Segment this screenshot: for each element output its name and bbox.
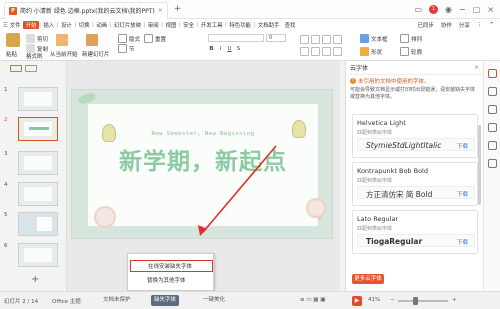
warning-text: 未引用的文档中使用的字体。 xyxy=(358,79,430,85)
missing-font-warning: ! 未引用的文档中使用的字体。 xyxy=(346,75,483,87)
play-slideshow-button[interactable]: ▶ xyxy=(352,296,362,306)
more-cloud-fonts-button[interactable]: 更多云字体 xyxy=(352,274,384,284)
missing-font-button[interactable]: 缺失字体 xyxy=(151,295,180,306)
close-panel-icon[interactable]: × xyxy=(474,64,479,71)
download-button[interactable]: 下载 xyxy=(457,142,468,150)
font-panel-header: 云字体 × xyxy=(346,61,483,75)
help-icon[interactable] xyxy=(488,159,497,168)
font-panel-icon[interactable] xyxy=(488,69,497,78)
font-match-hint: 匹配到类似字体 xyxy=(357,178,393,184)
zoom-slider[interactable] xyxy=(398,300,448,302)
font-preview[interactable]: TiogaRegular 下载 xyxy=(357,234,475,247)
view-mode-icons[interactable]: ≡ ▭ ▦ ▣ xyxy=(300,297,325,303)
settings-icon[interactable] xyxy=(488,141,497,150)
font-match-hint: 匹配到类似字体 xyxy=(357,130,393,136)
preview-text: 方正清仿宋 简 Bold xyxy=(366,190,433,199)
animation-icon[interactable] xyxy=(488,105,497,114)
preview-text: TiogaRegular xyxy=(366,237,423,246)
beautify-button[interactable]: 一键美化 xyxy=(200,295,228,306)
cloud-font-panel: 云字体 × ! 未引用的文档中使用的字体。 可能会导致文档显示或打印时出现错误，… xyxy=(345,61,483,291)
shape-icon[interactable] xyxy=(488,123,497,132)
slide-count: 幻灯片 2 / 14 xyxy=(4,299,39,305)
font-panel-title: 云字体 xyxy=(350,65,369,72)
status-bar: 幻灯片 2 / 14 Office 主题 文档未保护 缺失字体 一键美化 ≡ ▭… xyxy=(0,291,500,309)
zoom-in-button[interactable]: + xyxy=(452,297,457,303)
style-icon[interactable] xyxy=(488,87,497,96)
font-panel-scrollbar[interactable] xyxy=(478,125,481,205)
zoom-level[interactable]: 41% xyxy=(368,297,380,303)
font-card: Helvetica Light 匹配到类似字体 StymieStdLightIt… xyxy=(352,114,478,158)
font-name: Helvetica Light xyxy=(357,119,406,127)
font-name: Kontrapunkt Bob Bold xyxy=(357,167,428,175)
font-preview[interactable]: 方正清仿宋 简 Bold 下载 xyxy=(357,186,475,199)
download-button[interactable]: 下载 xyxy=(457,238,468,246)
font-card: Kontrapunkt Bob Bold 匹配到类似字体 方正清仿宋 简 Bol… xyxy=(352,162,478,206)
theme-name: Office 主题 xyxy=(52,299,81,305)
zoom-slider-handle[interactable] xyxy=(413,297,418,305)
warning-icon: ! xyxy=(350,78,356,84)
preview-text: StymieStdLightItalic xyxy=(366,141,442,150)
zoom-out-button[interactable]: − xyxy=(390,297,395,303)
right-sidebar xyxy=(483,61,500,291)
font-preview[interactable]: StymieStdLightItalic 下载 xyxy=(357,138,475,151)
font-card: Lato Regular 匹配到类似字体 TiogaRegular 下载 xyxy=(352,210,478,254)
font-panel-description: 可能会导致文档显示或打印时出现错误，请安装缺失字体或替换为其他字体。 xyxy=(350,87,476,100)
document-protect-button[interactable]: 文档未保护 xyxy=(100,295,134,306)
font-name: Lato Regular xyxy=(357,215,399,223)
font-match-hint: 匹配到类似字体 xyxy=(357,226,393,232)
download-button[interactable]: 下载 xyxy=(457,190,468,198)
